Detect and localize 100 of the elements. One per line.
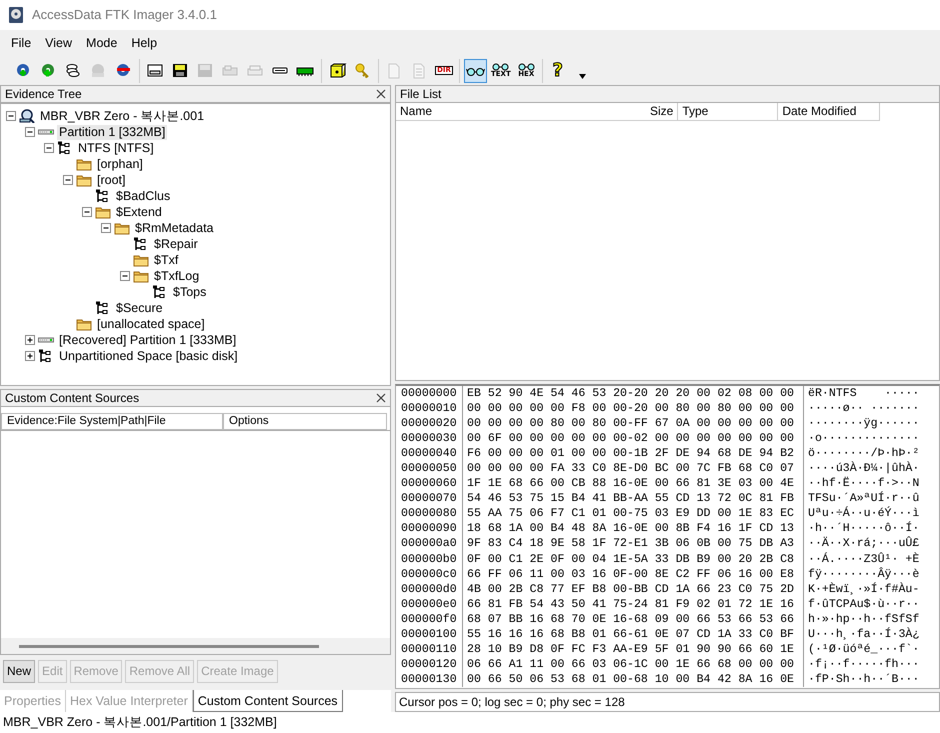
folder-icon: [76, 157, 92, 171]
tree-item[interactable]: [orphan]: [95, 156, 145, 172]
hex-bytes: EB 52 90 4E 54 46 53 20-20 20 20 00 02 08 00 00: [462, 386, 803, 401]
hex-offset: 00000120: [400, 657, 458, 672]
tree-item[interactable]: $BadClus: [114, 188, 172, 204]
close-icon[interactable]: [376, 89, 386, 99]
folder-icon: [133, 253, 149, 267]
hex-bytes: 55 AA 75 06 F7 C1 01 00-75 03 E9 DD 00 1E 83 EC: [462, 506, 803, 522]
collapse-icon[interactable]: [119, 270, 131, 282]
ascii-text: ·h··´H·····ô··Í·: [803, 521, 920, 536]
hex-offset: 000000a0: [400, 536, 458, 552]
tree-item[interactable]: $Repair: [152, 236, 200, 252]
menu-item[interactable]: View: [38, 32, 80, 54]
tree-item[interactable]: [Recovered] Partition 1 [333MB]: [57, 332, 238, 348]
hex-bytes: 54 46 53 75 15 B4 41 BB-AA 55 CD 13 72 0C 81 FB: [462, 491, 803, 506]
hex-offset: 00000050: [400, 460, 458, 476]
hex-offset: 00000070: [400, 491, 458, 506]
ascii-text: ·····ø·· ·······: [803, 400, 920, 416]
hex-offset: 00000010: [400, 400, 458, 416]
app-icon: [8, 6, 24, 24]
tree-item[interactable]: $Extend: [114, 204, 164, 220]
collapse-icon[interactable]: [5, 110, 17, 122]
glasses-icon: [516, 63, 536, 71]
tree-item[interactable]: $Secure: [114, 300, 165, 316]
tree-item[interactable]: [root]: [95, 172, 128, 188]
glasses-icon: [491, 63, 510, 71]
collapse-icon[interactable]: [100, 222, 112, 234]
remove-evidence-icon: [114, 62, 133, 79]
ascii-text: ·o··············: [803, 430, 920, 446]
drive-icon: [146, 62, 165, 79]
hex-bytes: 66 FF 06 11 00 03 16 0F-00 8E C2 FF 06 16 00 E8: [462, 566, 803, 582]
glasses-button[interactable]: [464, 58, 487, 82]
hex-bytes: 00 66 50 06 53 68 01 00-68 10 00 B4 42 8A 16 0E: [462, 672, 803, 688]
folder-icon: [95, 205, 111, 219]
hex-bytes: 55 16 16 16 68 B8 01 66-61 0E 07 CD 1A 33 C0 BF: [462, 627, 803, 642]
expand-icon[interactable]: [24, 350, 36, 362]
column-header[interactable]: Size: [646, 103, 678, 121]
hex-offset: 000000d0: [400, 582, 458, 597]
ascii-text: ··Ä··X·rá;···uÛ£: [803, 536, 920, 552]
hex-bytes: 4B 00 2B C8 77 EF B8 00-BB CD 1A 66 23 C0 75 2D: [462, 582, 803, 597]
hex-offset: 00000080: [400, 506, 458, 522]
hex-offset: 000000f0: [400, 612, 458, 628]
collapse-icon[interactable]: [24, 126, 36, 138]
hex-bytes: 1F 1E 68 66 00 CB 88 16-0E 00 66 81 3E 03 00 4E: [462, 476, 803, 492]
scrollbar[interactable]: [0, 638, 391, 655]
column-header[interactable]: Date Modified: [778, 103, 880, 121]
window-title: AccessData FTK Imager 3.4.0.1: [32, 6, 217, 24]
folder-icon: [76, 173, 92, 187]
hex-offset: 000000c0: [400, 566, 458, 582]
ascii-text: ········ÿg······: [803, 416, 920, 431]
expand-icon[interactable]: [24, 334, 36, 346]
hex-offset: 00000090: [400, 521, 458, 536]
hex-bytes: 28 10 B9 D8 0F FC F3 AA-E9 5F 01 90 90 66 60 1E: [462, 642, 803, 658]
safe-icon: [328, 62, 347, 79]
tab[interactable]: Custom Content Sources: [192, 690, 343, 712]
ascii-text: ëR·NTFS ·····: [803, 386, 920, 401]
ascii-text: h·»·hp··h··fSfSf: [803, 612, 920, 628]
hex-offset: 00000100: [400, 627, 458, 642]
ascii-text: U···h¸·fa··Í·3À¿: [803, 627, 920, 642]
ascii-text: ··Á.····Z3Û¹· +È: [803, 552, 920, 567]
menu-item[interactable]: File: [4, 32, 38, 54]
hex-bytes: 68 07 BB 16 68 70 0E 16-68 09 00 66 53 66 53 66: [462, 612, 803, 628]
tree-item[interactable]: NTFS [NTFS]: [76, 140, 156, 156]
collapse-icon[interactable]: [62, 174, 74, 186]
column-header[interactable]: Type: [678, 103, 778, 121]
menu-item[interactable]: Help: [124, 32, 164, 54]
panel-title: Custom Content Sources: [5, 390, 140, 408]
menu-item[interactable]: Mode: [79, 32, 124, 54]
tree-item[interactable]: $Txf: [152, 252, 180, 268]
tree-item[interactable]: MBR_VBR Zero - 복사본.001: [38, 108, 206, 124]
status-bar: MBR_VBR Zero - 복사본.001/Partition 1 [332MB]: [0, 712, 940, 733]
ascii-text: f·ûTCPAu$·ù··r··: [803, 596, 920, 612]
column-header[interactable]: Name: [396, 103, 646, 121]
hex-bytes: 06 66 A1 11 00 66 03 06-1C 00 1E 66 68 00 00 00: [462, 657, 803, 672]
action-button[interactable]: New: [3, 660, 36, 683]
collapse-icon[interactable]: [43, 142, 55, 154]
ascii-text: Uªu·÷Á··u·éÝ···ì: [803, 506, 920, 522]
hex-offset: 00000030: [400, 430, 458, 446]
hex-offset: 00000020: [400, 416, 458, 431]
tree-item[interactable]: [unallocated space]: [95, 316, 207, 332]
collapse-icon[interactable]: [81, 206, 93, 218]
close-icon[interactable]: [376, 393, 386, 404]
tree-item[interactable]: Partition 1 [332MB]: [57, 124, 168, 140]
cursor-status: Cursor pos = 0; log sec = 0; phy sec = 128: [395, 692, 940, 712]
caret-icon: [578, 74, 586, 79]
tree-item[interactable]: $RmMetadata: [133, 220, 216, 236]
column-header[interactable]: Options: [223, 413, 387, 430]
tree-item[interactable]: $TxfLog: [152, 268, 202, 284]
hex-bytes: 66 81 FB 54 43 50 41 75-24 81 F9 02 01 72 1E 16: [462, 596, 803, 612]
evidence-icon: [19, 109, 35, 123]
column-header[interactable]: Evidence:File System|Path|File: [1, 413, 223, 430]
floppy-icon: [196, 62, 215, 79]
tree-item[interactable]: Unpartitioned Space [basic disk]: [57, 348, 240, 364]
hex-offset: 00000110: [400, 642, 458, 658]
hex-bytes: 9F 83 C4 18 9E 58 1F 72-E1 3B 06 0B 00 75 DB A3: [462, 536, 803, 552]
folder-icon: [133, 269, 149, 283]
ascii-text: ····ú3À·Ð¼·|ûhÀ·: [803, 460, 920, 476]
ascii-text: (·¹Ø·üóªé_···f`·: [803, 642, 920, 658]
hex-bytes: 00 00 00 00 80 00 80 00-FF 67 0A 00 00 00 00 00: [462, 416, 803, 431]
tree-item[interactable]: $Tops: [171, 284, 208, 300]
